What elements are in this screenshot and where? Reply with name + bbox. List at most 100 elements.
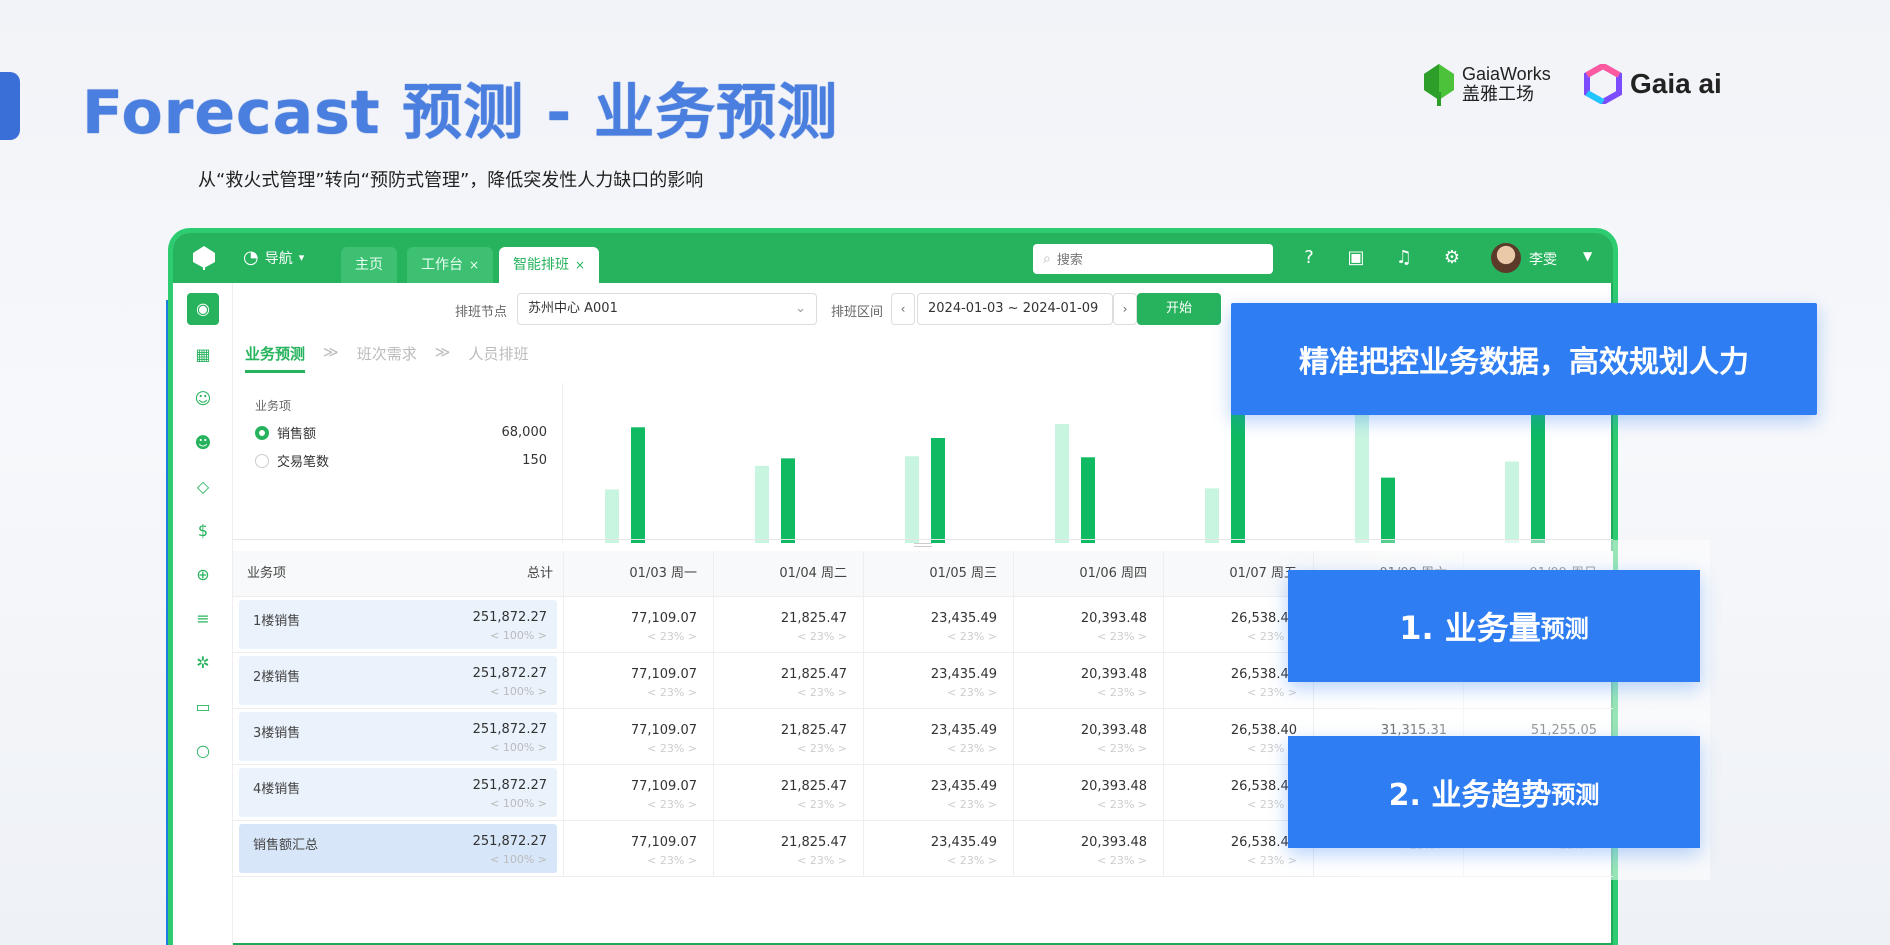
chevron-down-icon[interactable]: ▼ xyxy=(1583,249,1592,263)
table-cell[interactable]: 21,825.47 < 23% > xyxy=(713,653,863,708)
nav-menu-button[interactable]: ◔ 导航 ▾ xyxy=(243,247,304,268)
help-icon[interactable]: ? xyxy=(1298,247,1320,269)
username[interactable]: 李雯 xyxy=(1529,249,1557,269)
bar-dark-5[interactable] xyxy=(1381,477,1395,543)
table-cell[interactable]: 21,825.47 < 23% > xyxy=(713,821,863,876)
cell-value: 23,435.49 xyxy=(930,779,997,794)
monitor-icon[interactable]: ▭ xyxy=(187,691,219,723)
table-cell[interactable]: 77,109.07 < 23% > xyxy=(563,653,713,708)
subtab-staff-scheduling[interactable]: 人员排班 xyxy=(468,343,528,373)
bell-icon[interactable]: ♫ xyxy=(1393,247,1415,269)
network-icon[interactable]: ✲ xyxy=(187,647,219,679)
node-select[interactable]: 苏州中心 A001 ⌄ xyxy=(517,293,817,325)
bar-dark-2[interactable] xyxy=(931,438,945,543)
item-transactions[interactable]: 交易笔数 150 xyxy=(255,451,555,470)
date-range-field[interactable]: 2024-01-03 ~ 2024-01-09 xyxy=(917,293,1113,325)
table-cell[interactable]: 20,393.48 < 23% > xyxy=(1013,597,1163,652)
bar-dark-3[interactable] xyxy=(1081,457,1095,543)
sub-tabs: 业务预测 ≫ 班次需求 ≫ 人员排班 xyxy=(245,343,528,373)
table-cell[interactable]: 21,825.47 < 23% > xyxy=(713,709,863,764)
table-cell[interactable]: 77,109.07 < 23% > xyxy=(563,765,713,820)
close-icon[interactable]: × xyxy=(575,258,585,272)
brand-tree-icon[interactable] xyxy=(191,245,217,271)
table-cell[interactable]: 23,435.49 < 23% > xyxy=(863,765,1013,820)
subtab-business-forecast[interactable]: 业务预测 xyxy=(245,343,306,373)
prev-range-button[interactable]: ‹ xyxy=(891,293,915,325)
search-input[interactable] xyxy=(1056,251,1247,267)
row-head[interactable]: 2楼销售 251,872.27 < 100% > xyxy=(239,656,557,705)
tab-smart-scheduling[interactable]: 智能排班 × xyxy=(499,247,600,283)
bar-light-1[interactable] xyxy=(755,465,769,543)
bar-light-4[interactable] xyxy=(1205,488,1219,543)
tab-workbench[interactable]: 工作台 × xyxy=(407,247,494,283)
header-date[interactable]: 01/03 周一 xyxy=(563,551,713,596)
table-cell[interactable]: 77,109.07 < 23% > xyxy=(563,821,713,876)
money-bag-icon[interactable]: $ xyxy=(187,515,219,547)
row-head[interactable]: 3楼销售 251,872.27 < 100% > xyxy=(239,712,557,761)
resize-handle-icon[interactable] xyxy=(914,543,932,547)
next-range-button[interactable]: › xyxy=(1113,293,1137,325)
bar-light-6[interactable] xyxy=(1505,461,1519,543)
bar-light-3[interactable] xyxy=(1055,424,1069,543)
database-icon[interactable]: ≡ xyxy=(187,603,219,635)
cell-value: 21,825.47 xyxy=(780,611,847,626)
bar-dark-4[interactable] xyxy=(1231,406,1245,543)
eye-icon[interactable]: ◉ xyxy=(187,293,219,325)
table-cell[interactable]: 77,109.07 < 23% > xyxy=(563,709,713,764)
item-sales[interactable]: 销售额 68,000 xyxy=(255,423,555,442)
slide-subtitle: 从“救火式管理”转向“预防式管理”，降低突发性人力缺口的影响 xyxy=(198,170,704,191)
row-head[interactable]: 4楼销售 251,872.27 < 100% > xyxy=(239,768,557,817)
close-icon[interactable]: × xyxy=(469,258,479,272)
diamond-icon[interactable]: ◇ xyxy=(187,471,219,503)
bar-light-2[interactable] xyxy=(905,456,919,543)
range-label: 排班区间 xyxy=(831,305,884,320)
avatar[interactable] xyxy=(1491,243,1521,273)
table-cell[interactable]: 23,435.49 < 23% > xyxy=(863,709,1013,764)
table-cell[interactable]: 23,435.49 < 23% > xyxy=(863,597,1013,652)
table-cell[interactable]: 20,393.48 < 23% > xyxy=(1013,709,1163,764)
table-cell[interactable]: 23,435.49 < 23% > xyxy=(863,653,1013,708)
bar-dark-0[interactable] xyxy=(631,427,645,543)
table-cell[interactable]: 20,393.48 < 23% > xyxy=(1013,765,1163,820)
row-head[interactable]: 销售额汇总 251,872.27 < 100% > xyxy=(239,824,557,873)
header-date[interactable]: 01/04 周二 xyxy=(713,551,863,596)
subtab-shift-demand[interactable]: 班次需求 xyxy=(357,343,417,373)
search-person-icon[interactable]: ⊕ xyxy=(187,559,219,591)
radio-unselected[interactable] xyxy=(255,453,269,468)
inbox-icon[interactable]: ▣ xyxy=(1345,247,1367,269)
radio-selected[interactable] xyxy=(255,425,269,440)
tab-home[interactable]: 主页 xyxy=(341,247,397,283)
item-value: 150 xyxy=(522,453,547,468)
gear-icon[interactable]: ⚙ xyxy=(1441,247,1463,269)
search-box[interactable]: ⌕ xyxy=(1033,244,1273,274)
bar-light-5[interactable] xyxy=(1355,411,1369,543)
loading-icon[interactable]: ○ xyxy=(187,735,219,767)
bar-light-0[interactable] xyxy=(605,489,619,543)
bar-dark-6[interactable] xyxy=(1531,413,1545,543)
header-date[interactable]: 01/06 周四 xyxy=(1013,551,1163,596)
table-cell[interactable]: 23,435.49 < 23% > xyxy=(863,821,1013,876)
user-group-icon[interactable]: ☻ xyxy=(187,427,219,459)
start-button[interactable]: 开始 xyxy=(1137,293,1221,325)
table-cell[interactable]: 20,393.48 < 23% > xyxy=(1013,821,1163,876)
cell-pct: < 23% > xyxy=(1097,686,1147,699)
table-cell[interactable]: 21,825.47 < 23% > xyxy=(713,765,863,820)
row-head[interactable]: 1楼销售 251,872.27 < 100% > xyxy=(239,600,557,649)
table-cell[interactable]: 20,393.48 < 23% > xyxy=(1013,653,1163,708)
users-icon[interactable]: ☺ xyxy=(187,383,219,415)
cell-pct: < 23% > xyxy=(947,742,997,755)
table-cell[interactable]: 21,825.47 < 23% > xyxy=(713,597,863,652)
header-total: 总计 xyxy=(526,566,553,581)
table-cell[interactable]: 77,109.07 < 23% > xyxy=(563,597,713,652)
sidebar: ◉ ▦ ☺ ☻ ◇ $ ⊕ ≡ ✲ ▭ ○ xyxy=(173,283,233,945)
header-date[interactable]: 01/05 周三 xyxy=(863,551,1013,596)
bar-dark-1[interactable] xyxy=(781,458,795,543)
cell-pct: < 23% > xyxy=(797,686,847,699)
calendar-icon[interactable]: ▦ xyxy=(187,339,219,371)
cell-pct: < 23% > xyxy=(797,854,847,867)
cell-value: 26,538.40 xyxy=(1230,835,1297,850)
tree-logo-icon xyxy=(1424,64,1454,106)
slide-title: Forecast 预测 - 业务预测 xyxy=(82,78,839,148)
cell-value: 77,109.07 xyxy=(630,723,697,738)
cell-value: 20,393.48 xyxy=(1080,723,1147,738)
